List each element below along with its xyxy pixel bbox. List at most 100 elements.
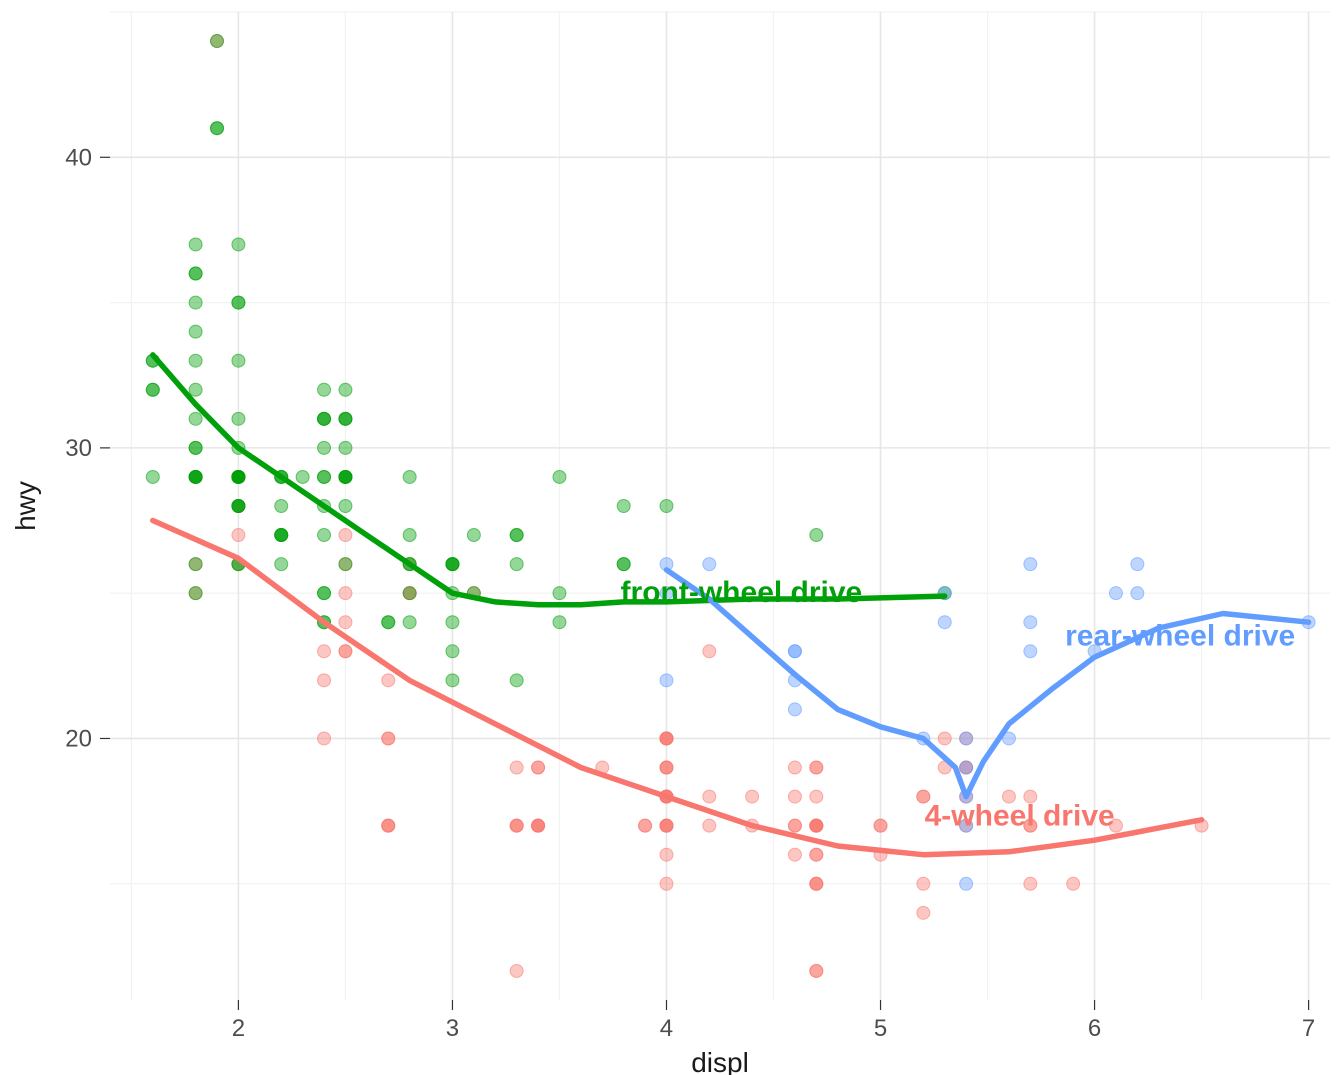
- data-point: [660, 761, 673, 774]
- data-point: [553, 587, 566, 600]
- data-point: [296, 470, 309, 483]
- data-point: [232, 412, 245, 425]
- data-point: [1067, 877, 1080, 890]
- data-point: [446, 674, 459, 687]
- data-point: [1131, 587, 1144, 600]
- data-point: [446, 558, 459, 571]
- data-point: [189, 354, 202, 367]
- data-point: [510, 819, 523, 832]
- data-point: [339, 412, 352, 425]
- data-point: [318, 470, 331, 483]
- data-point: [917, 906, 930, 919]
- data-point: [788, 790, 801, 803]
- data-point: [960, 761, 973, 774]
- data-point: [382, 616, 395, 629]
- data-point: [703, 790, 716, 803]
- data-point: [810, 529, 823, 542]
- data-point: [660, 819, 673, 832]
- data-point: [339, 383, 352, 396]
- y-tick-label: 30: [65, 435, 92, 462]
- data-point: [510, 964, 523, 977]
- x-tick-label: 5: [874, 1015, 887, 1042]
- x-tick-label: 3: [446, 1015, 459, 1042]
- data-point: [639, 819, 652, 832]
- data-point: [1131, 558, 1144, 571]
- data-point: [211, 35, 224, 48]
- scatter-plot: 234567203040displhwyfront-wheel driverea…: [0, 0, 1344, 1075]
- data-point: [339, 558, 352, 571]
- data-point: [403, 616, 416, 629]
- data-point: [960, 732, 973, 745]
- data-point: [339, 470, 352, 483]
- data-point: [189, 267, 202, 280]
- data-point: [788, 703, 801, 716]
- data-point: [703, 645, 716, 658]
- data-point: [232, 500, 245, 513]
- data-point: [810, 877, 823, 890]
- data-point: [318, 383, 331, 396]
- data-point: [660, 674, 673, 687]
- data-point: [339, 587, 352, 600]
- data-point: [1024, 877, 1037, 890]
- data-point: [403, 529, 416, 542]
- data-point: [1024, 558, 1037, 571]
- data-point: [553, 470, 566, 483]
- data-point: [275, 500, 288, 513]
- data-point: [810, 761, 823, 774]
- data-point: [232, 296, 245, 309]
- data-point: [660, 848, 673, 861]
- data-point: [553, 616, 566, 629]
- data-point: [1024, 645, 1037, 658]
- y-tick-label: 20: [65, 725, 92, 752]
- data-point: [446, 616, 459, 629]
- data-point: [810, 964, 823, 977]
- data-point: [788, 848, 801, 861]
- data-point: [532, 819, 545, 832]
- data-point: [788, 645, 801, 658]
- data-point: [446, 645, 459, 658]
- data-point: [339, 529, 352, 542]
- data-point: [275, 529, 288, 542]
- data-point: [318, 674, 331, 687]
- data-point: [810, 819, 823, 832]
- data-point: [510, 558, 523, 571]
- data-point: [318, 412, 331, 425]
- plot-panel: [110, 12, 1330, 1000]
- data-point: [318, 732, 331, 745]
- x-tick-label: 6: [1088, 1015, 1101, 1042]
- x-tick-label: 2: [232, 1015, 245, 1042]
- data-point: [189, 441, 202, 454]
- data-point: [146, 383, 159, 396]
- data-point: [960, 877, 973, 890]
- data-point: [339, 645, 352, 658]
- data-point: [189, 296, 202, 309]
- data-point: [382, 674, 395, 687]
- data-point: [232, 238, 245, 251]
- data-point: [788, 761, 801, 774]
- data-point: [339, 500, 352, 513]
- data-point: [232, 470, 245, 483]
- data-point: [917, 877, 930, 890]
- data-point: [318, 529, 331, 542]
- y-axis-title: hwy: [10, 481, 41, 531]
- data-point: [318, 645, 331, 658]
- y-tick-label: 40: [65, 144, 92, 171]
- data-point: [617, 558, 630, 571]
- data-point: [510, 674, 523, 687]
- data-point: [660, 500, 673, 513]
- data-point: [189, 325, 202, 338]
- data-point: [510, 529, 523, 542]
- series-label-rear-wheel-drive: rear-wheel drive: [1065, 619, 1295, 652]
- data-point: [189, 558, 202, 571]
- data-point: [318, 587, 331, 600]
- data-point: [275, 558, 288, 571]
- data-point: [788, 819, 801, 832]
- data-point: [403, 587, 416, 600]
- data-point: [617, 500, 630, 513]
- data-point: [938, 616, 951, 629]
- data-point: [510, 761, 523, 774]
- data-point: [189, 412, 202, 425]
- data-point: [318, 441, 331, 454]
- data-point: [189, 587, 202, 600]
- data-point: [703, 558, 716, 571]
